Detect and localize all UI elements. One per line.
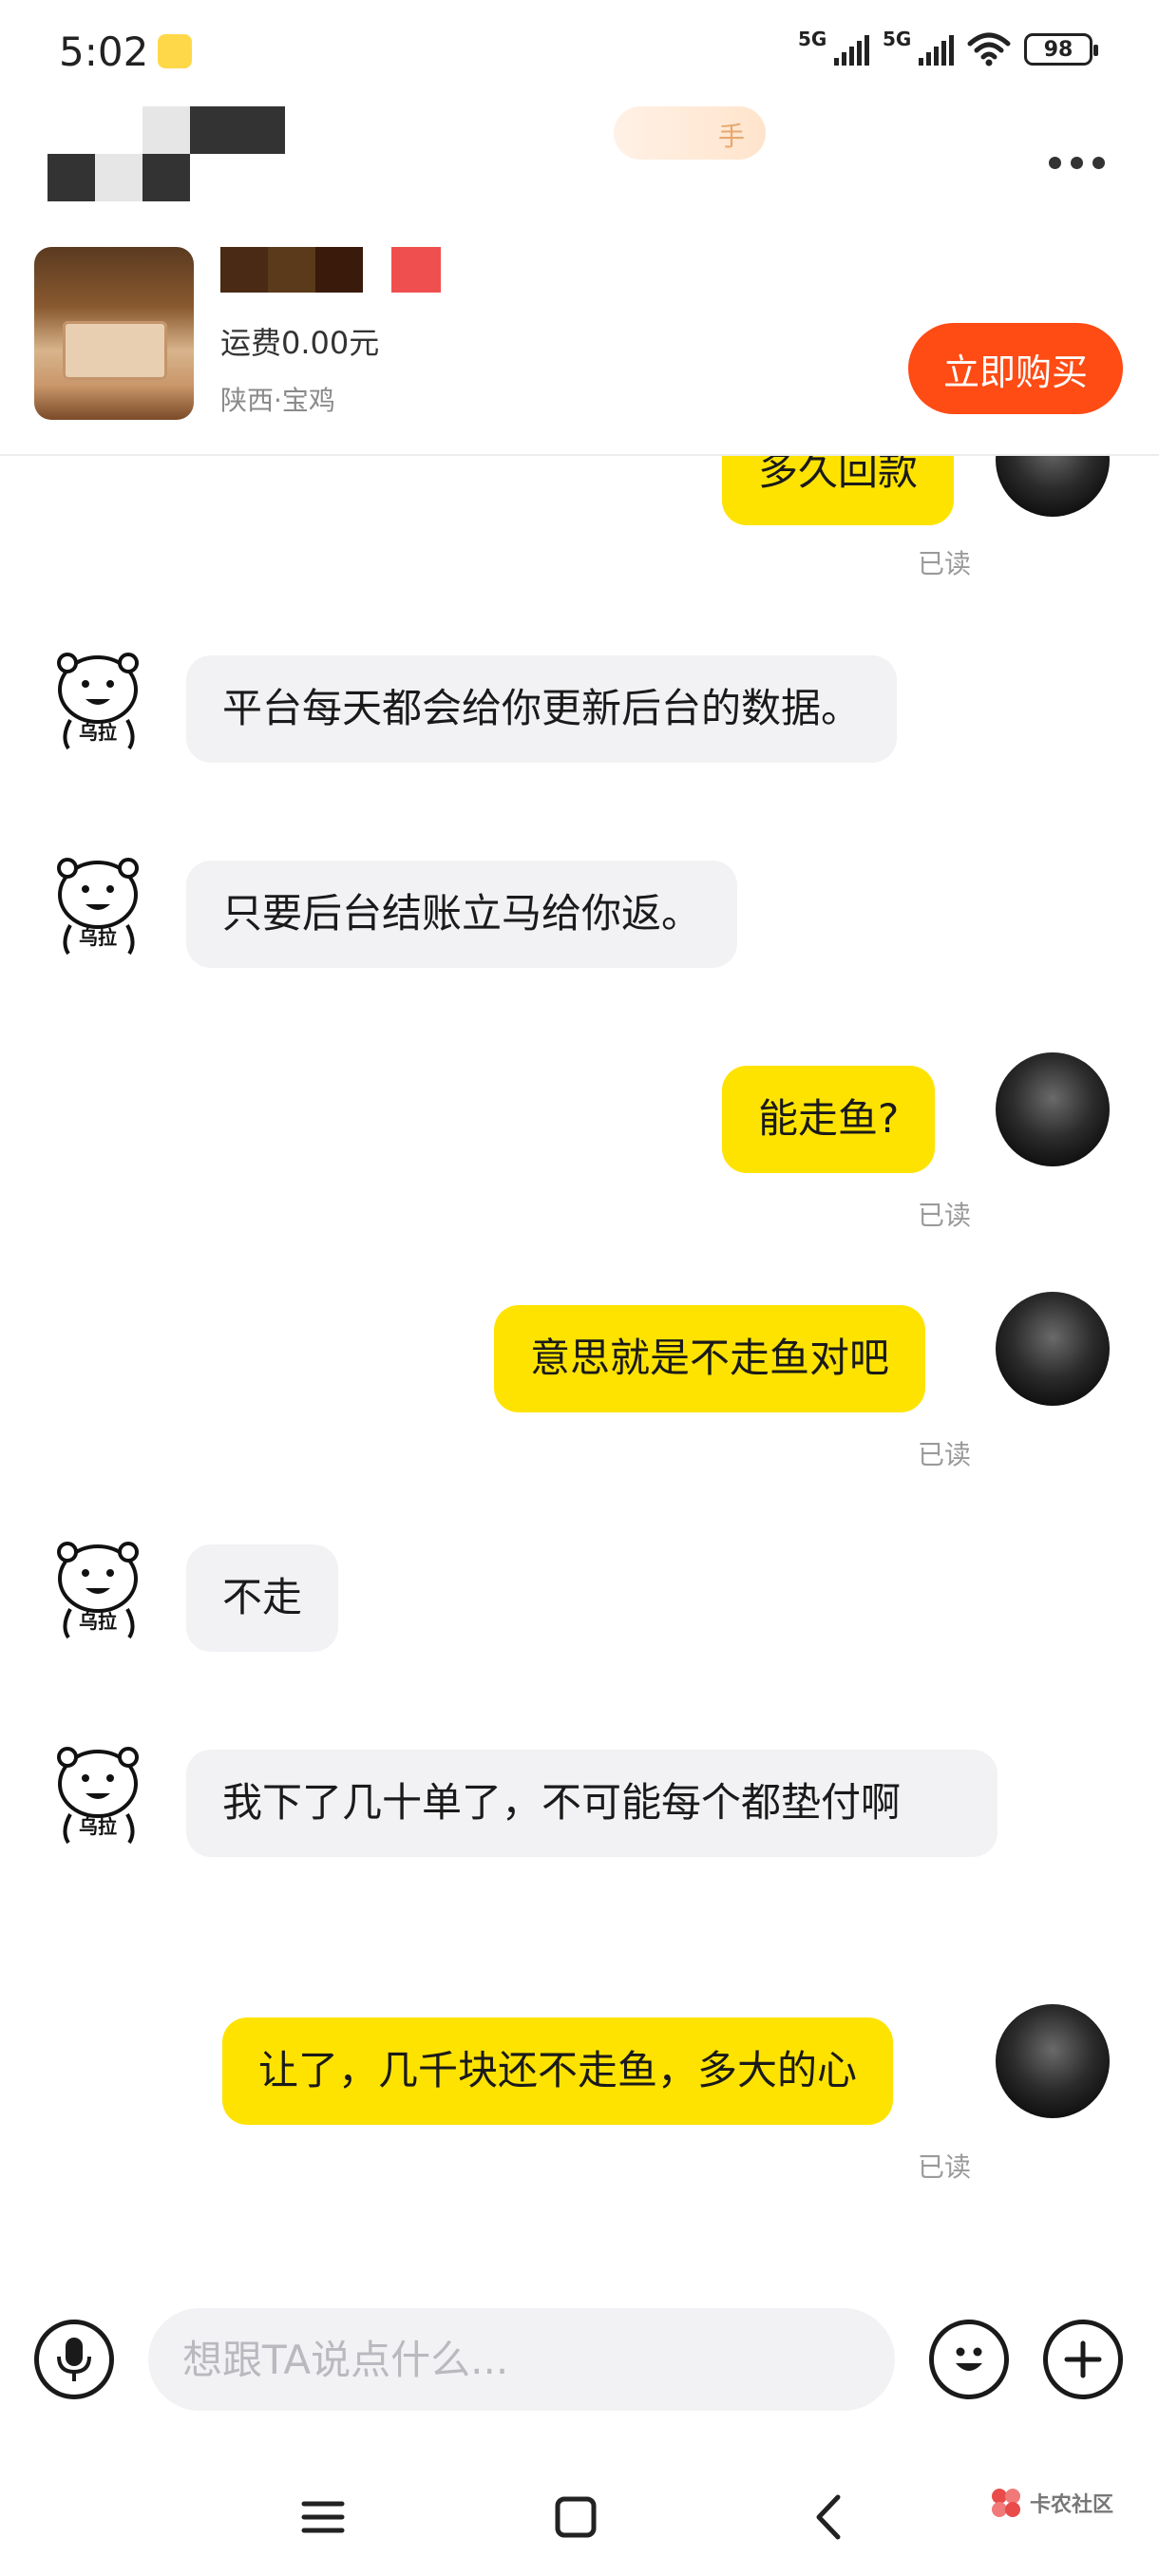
seller-badge-text: 手 — [717, 121, 745, 152]
my-avatar[interactable] — [996, 1292, 1110, 1406]
seller-badge: 手 — [614, 106, 766, 160]
my-avatar[interactable] — [996, 1052, 1110, 1166]
watermark-text: 卡农社区 — [1030, 2493, 1114, 2517]
message-text: 能走鱼? — [758, 1095, 900, 1142]
avatar-caption: 乌拉 — [79, 721, 117, 744]
my-avatar[interactable] — [996, 2004, 1110, 2118]
message-text: 我下了几十单了，不可能每个都垫付啊 — [222, 1779, 902, 1826]
smiley-icon[interactable] — [929, 2320, 1009, 2399]
their-message-bubble[interactable]: 我下了几十单了，不可能每个都垫付啊 — [186, 1750, 998, 1857]
their-message-bubble[interactable]: 不走 — [186, 1544, 339, 1652]
watermark-logo-icon — [992, 2489, 1020, 2517]
username-pixelated — [48, 106, 380, 201]
my-message-bubble[interactable]: 意思就是不走鱼对吧 — [494, 1305, 926, 1412]
my-message-bubble[interactable]: 能走鱼? — [722, 1066, 936, 1173]
message-text: 不走 — [222, 1574, 303, 1620]
buy-now-button[interactable]: 立即购买 — [908, 323, 1123, 414]
message-text: 平台每天都会给你更新后台的数据。 — [222, 685, 862, 731]
avatar-caption: 乌拉 — [79, 1815, 117, 1838]
read-status: 已读 — [918, 1200, 972, 1231]
plus-icon[interactable] — [1043, 2320, 1123, 2399]
seller-location: 陕西·宝鸡 — [220, 385, 335, 416]
message-text: 让了，几千块还不走鱼，多大的心 — [258, 2047, 858, 2093]
their-message-bubble[interactable]: 平台每天都会给你更新后台的数据。 — [186, 655, 898, 763]
message-input[interactable] — [148, 2308, 895, 2411]
avatar-caption: 乌拉 — [79, 1610, 117, 1633]
bear-avatar-icon[interactable]: 乌拉 — [42, 849, 154, 961]
message-text: 意思就是不走鱼对吧 — [530, 1335, 890, 1381]
input-bar — [0, 2299, 1159, 2422]
watermark: 卡农社区 — [988, 2485, 1113, 2521]
back-chevron-icon[interactable] — [790, 2479, 866, 2555]
their-message-bubble[interactable]: 只要后台结账立马给你返。 — [186, 861, 738, 968]
bear-avatar-icon[interactable]: 乌拉 — [42, 1738, 154, 1850]
bear-avatar-icon[interactable]: 乌拉 — [42, 1533, 154, 1645]
avatar-caption: 乌拉 — [79, 926, 117, 949]
chat-header: 手 运费0.00元 陕西·宝鸡 立即购买 — [0, 95, 1159, 456]
bear-avatar-icon[interactable]: 乌拉 — [42, 644, 154, 756]
product-title-pixelated — [220, 247, 441, 294]
system-nav-bar: 卡农社区 — [0, 2451, 1159, 2576]
microphone-icon[interactable] — [34, 2320, 114, 2399]
read-status: 已读 — [918, 2151, 972, 2183]
home-square-icon[interactable] — [538, 2479, 614, 2555]
read-status: 已读 — [918, 548, 972, 579]
shipping-fee: 运费0.00元 — [220, 325, 380, 361]
message-text: 只要后台结账立马给你返。 — [222, 890, 702, 937]
read-status: 已读 — [918, 1439, 972, 1470]
menu-icon[interactable] — [285, 2479, 361, 2555]
more-dots-icon[interactable] — [1049, 148, 1115, 177]
my-message-bubble[interactable]: 让了，几千块还不走鱼，多大的心 — [222, 2017, 894, 2125]
product-thumbnail[interactable] — [34, 247, 194, 420]
